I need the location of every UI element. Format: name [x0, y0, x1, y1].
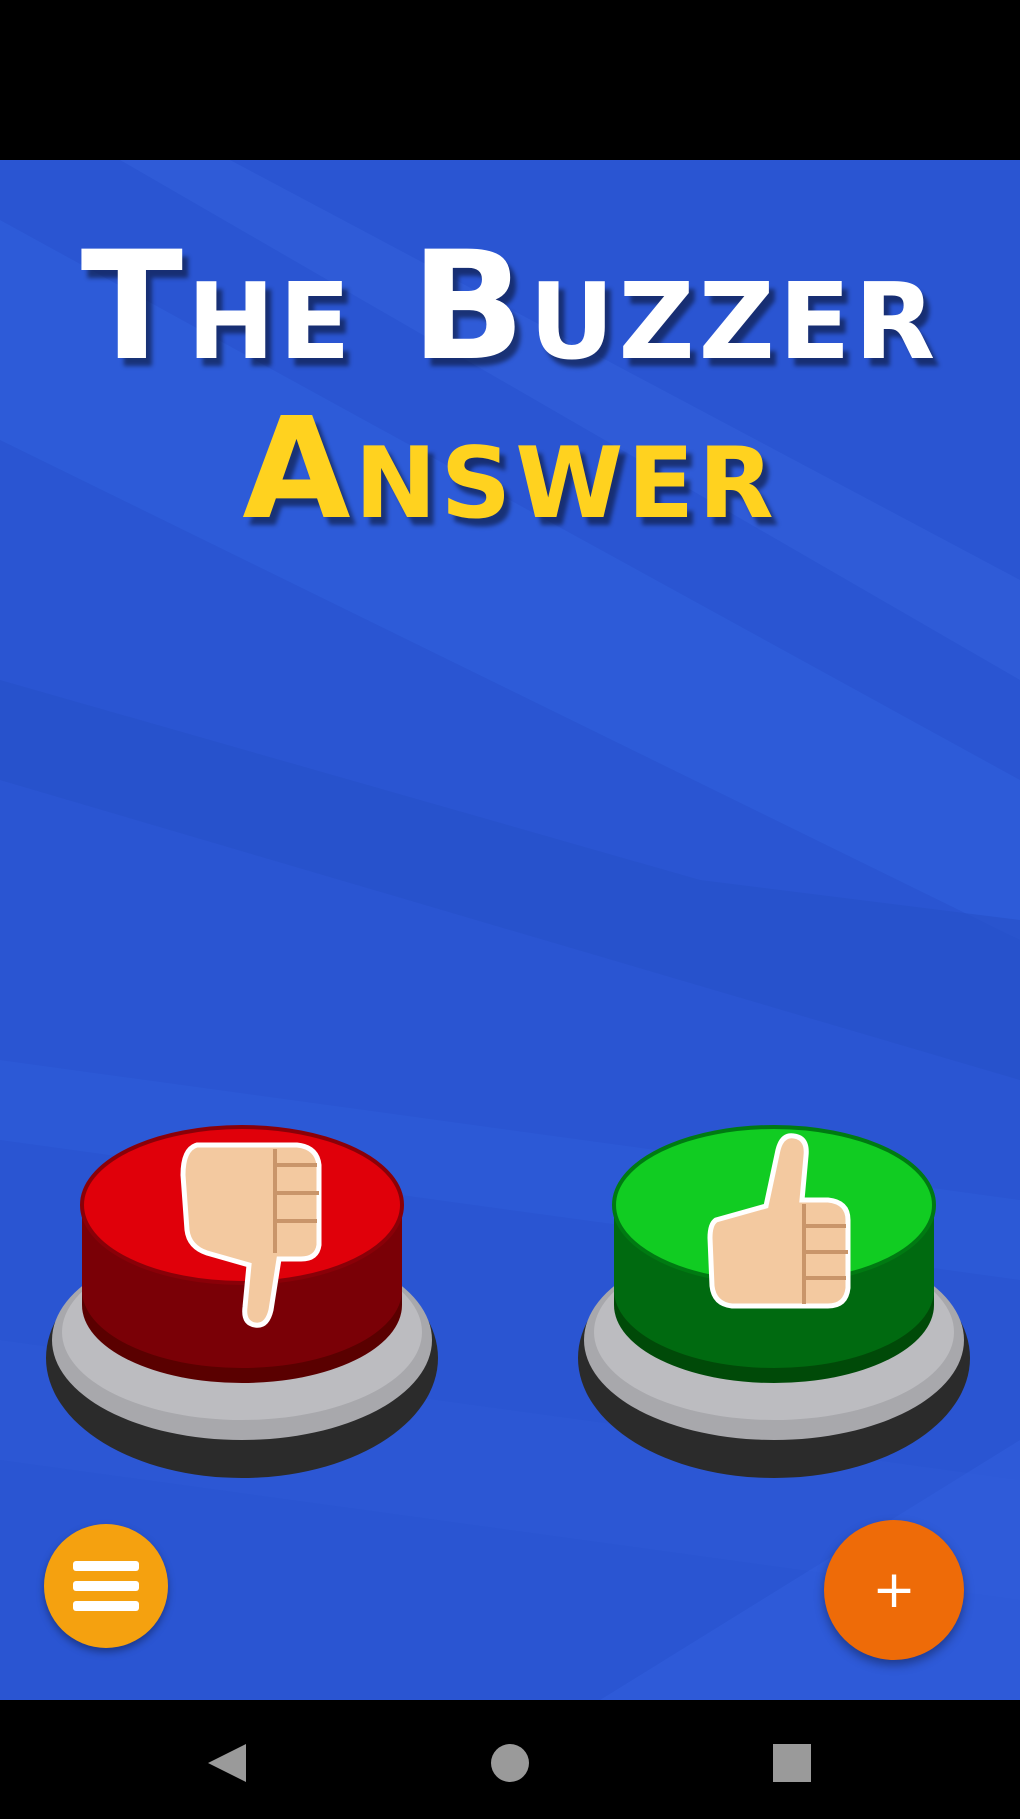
main-screen: The Buzzer Answer +: [0, 160, 1020, 1700]
app-title-line2: Answer: [242, 388, 778, 551]
recents-square-icon[interactable]: [762, 1738, 822, 1788]
navigation-bar: [0, 1700, 1020, 1819]
menu-button[interactable]: [44, 1524, 168, 1648]
home-circle-icon[interactable]: [480, 1738, 540, 1788]
add-button[interactable]: +: [824, 1520, 964, 1660]
plus-icon: +: [872, 1560, 916, 1620]
hamburger-menu-icon: [73, 1561, 139, 1611]
back-triangle-icon[interactable]: [196, 1738, 256, 1788]
yes-buzzer-button[interactable]: [574, 1110, 974, 1490]
no-buzzer-button[interactable]: [42, 1110, 442, 1490]
status-bar: [0, 0, 1020, 160]
app-title-line1: The Buzzer: [80, 220, 940, 394]
